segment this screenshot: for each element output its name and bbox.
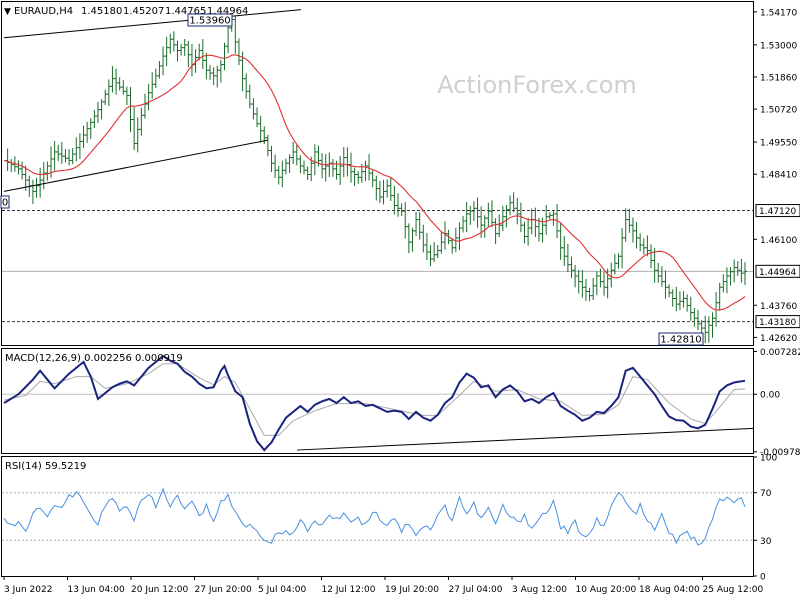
time-axis-label: 5 Jul 04:00	[258, 585, 307, 595]
time-axis-label: 25 Aug 12:00	[703, 585, 764, 595]
macd-title: MACD(12,26,9) 0.002256 0.000919	[5, 353, 183, 364]
rsi-axis-label: 0	[760, 573, 766, 583]
price-axis-label: 1.46100	[760, 236, 797, 246]
chart-svg: ActionForex.com 1.54170 1.53000 1.51860 1.5…	[0, 0, 800, 600]
macd-axis-label: 0.007282	[760, 348, 800, 358]
price-axis-tag: 1.47120	[759, 207, 796, 217]
watermark: ActionForex.com	[437, 71, 637, 99]
time-axis-label: 19 Jul 20:00	[385, 585, 439, 595]
price-axis-tag: 1.44964	[759, 268, 796, 278]
rsi-title: RSI(14) 59.5219	[5, 461, 86, 472]
price-axis-label: 1.50720	[760, 106, 797, 116]
price-axis-label: 1.42620	[760, 334, 797, 344]
time-axis-label: 3 Aug 12:00	[512, 585, 567, 595]
rsi-axis-label: 30	[760, 537, 772, 547]
time-axis-label: 18 Aug 04:00	[639, 585, 700, 595]
time-axis-label: 12 Jul 12:00	[322, 585, 376, 595]
zero-label: 0	[2, 198, 8, 209]
chart-header-arrow: ▼	[4, 7, 11, 17]
price-axis-label: 1.48410	[760, 171, 797, 181]
price-axis-label: 1.54170	[760, 8, 797, 18]
time-axis-label: 10 Aug 20:00	[576, 585, 637, 595]
price-axis-label: 1.53000	[760, 41, 797, 51]
price-axis-tag: 1.43180	[759, 318, 796, 328]
price-axis-label: 1.51860	[760, 73, 797, 83]
low-label: 1.42810	[660, 335, 701, 346]
ohlc-open: 1.45180	[81, 6, 122, 17]
time-axis-label: 13 Jun 04:00	[68, 585, 125, 595]
high-label: 1.53960	[189, 16, 230, 27]
chart-window: ActionForex.com 1.54170 1.53000 1.51860 1.5…	[0, 0, 800, 600]
ohlc-high: 1.45207	[123, 6, 164, 17]
time-axis-label: 20 Jun 12:00	[131, 585, 188, 595]
time-axis-label: 3 Jun 2022	[4, 585, 52, 595]
price-axis-label: 1.43760	[760, 302, 797, 312]
rsi-axis-label: 70	[760, 489, 772, 499]
rsi-axis-label: 100	[760, 454, 777, 464]
time-axis-label: 27 Jul 04:00	[449, 585, 503, 595]
symbol-title: EURAUD,H4	[14, 6, 73, 17]
price-axis-label: 1.49550	[760, 139, 797, 149]
macd-axis-label: 0.00	[760, 391, 780, 401]
time-axis-label: 27 Jun 20:00	[195, 585, 252, 595]
